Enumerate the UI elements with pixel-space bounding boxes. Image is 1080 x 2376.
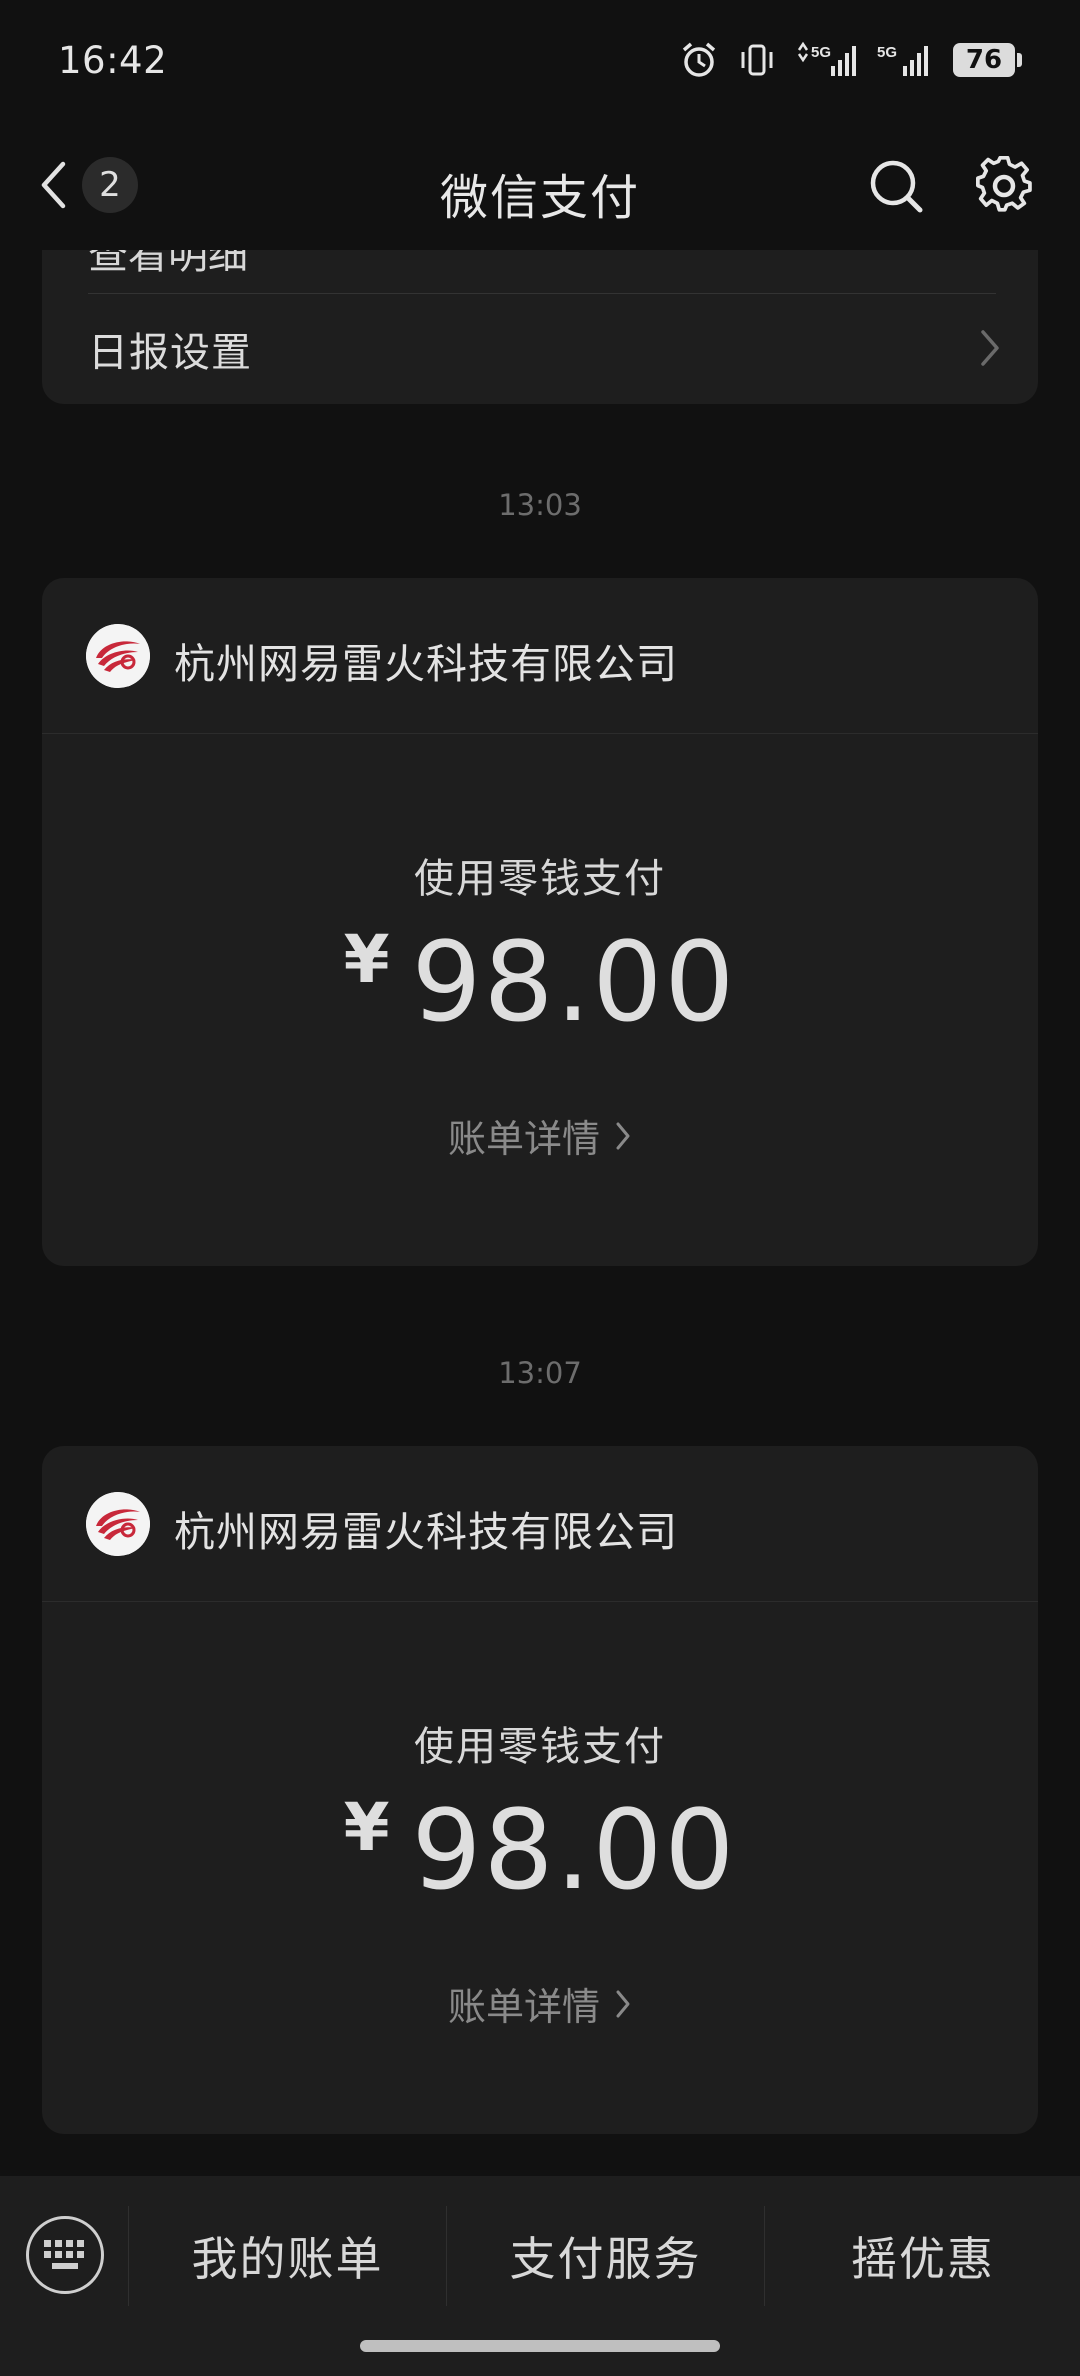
merchant-header[interactable]: 杭州网易雷火科技有限公司 — [42, 578, 1038, 734]
payment-amount: ¥98.00 — [42, 1786, 1038, 1914]
navigation-bar: 2 微信支付 — [0, 120, 1080, 250]
daily-report-label: 日报设置 — [88, 330, 252, 376]
menu-divider — [128, 2206, 129, 2306]
merchant-logo — [86, 1492, 150, 1556]
netease-logo-icon — [86, 624, 150, 688]
menu-divider — [764, 2206, 765, 2306]
currency-symbol: ¥ — [343, 921, 390, 998]
chevron-right-icon — [616, 1990, 630, 2017]
bill-detail-link[interactable]: 账单详情 — [42, 1976, 1038, 2031]
keyboard-icon — [44, 2240, 84, 2269]
home-indicator[interactable] — [360, 2340, 720, 2352]
message-timestamp: 13:07 — [498, 1356, 582, 1390]
alarm-icon — [682, 42, 716, 77]
vibrate-icon — [741, 44, 773, 76]
status-bar: 16:42 5G 5G 76 — [0, 0, 1080, 120]
status-time: 16:42 — [58, 38, 168, 82]
search-icon[interactable] — [866, 156, 926, 216]
amount-value: 98.00 — [411, 1786, 737, 1914]
bill-detail-link[interactable]: 账单详情 — [42, 1108, 1038, 1163]
amount-value: 98.00 — [411, 918, 737, 1046]
signal-5g-icon: 5G — [797, 41, 856, 76]
network-5g-label-1: 5G — [811, 44, 831, 61]
status-icons: 5G 5G 76 — [679, 40, 1022, 80]
keyboard-toggle-button[interactable] — [26, 2216, 104, 2294]
payment-card[interactable]: 杭州网易雷火科技有限公司 使用零钱支付 ¥98.00 账单详情 — [42, 578, 1038, 1266]
daily-report-settings-row[interactable]: 日报设置 — [42, 294, 1038, 404]
chevron-right-icon — [616, 1122, 630, 1149]
merchant-header[interactable]: 杭州网易雷火科技有限公司 — [42, 1446, 1038, 1602]
menu-my-bills[interactable]: 我的账单 — [130, 2206, 445, 2306]
payment-method: 使用零钱支付 — [414, 1724, 666, 1770]
currency-symbol: ¥ — [343, 1789, 390, 1866]
merchant-name: 杭州网易雷火科技有限公司 — [174, 640, 678, 688]
netease-logo-icon — [86, 1492, 150, 1556]
menu-payment-services[interactable]: 支付服务 — [448, 2206, 763, 2306]
message-timestamp: 13:03 — [498, 488, 582, 522]
merchant-name: 杭州网易雷火科技有限公司 — [174, 1508, 678, 1556]
battery-icon: 76 — [953, 43, 1022, 77]
payment-card[interactable]: 杭州网易雷火科技有限公司 使用零钱支付 ¥98.00 账单详情 — [42, 1446, 1038, 2134]
gear-icon[interactable] — [974, 156, 1034, 216]
payment-amount: ¥98.00 — [42, 918, 1038, 1046]
bill-detail-label: 账单详情 — [447, 1985, 600, 2029]
battery-level: 76 — [953, 43, 1015, 77]
merchant-logo — [86, 624, 150, 688]
menu-divider — [446, 2206, 447, 2306]
network-5g-label-2: 5G — [877, 44, 897, 61]
menu-shake-offers[interactable]: 摇优惠 — [766, 2206, 1080, 2306]
chevron-right-icon — [981, 330, 999, 366]
payment-method: 使用零钱支付 — [414, 856, 666, 902]
bill-detail-label: 账单详情 — [447, 1117, 600, 1161]
signal-5g-icon-2: 5G — [877, 44, 928, 76]
